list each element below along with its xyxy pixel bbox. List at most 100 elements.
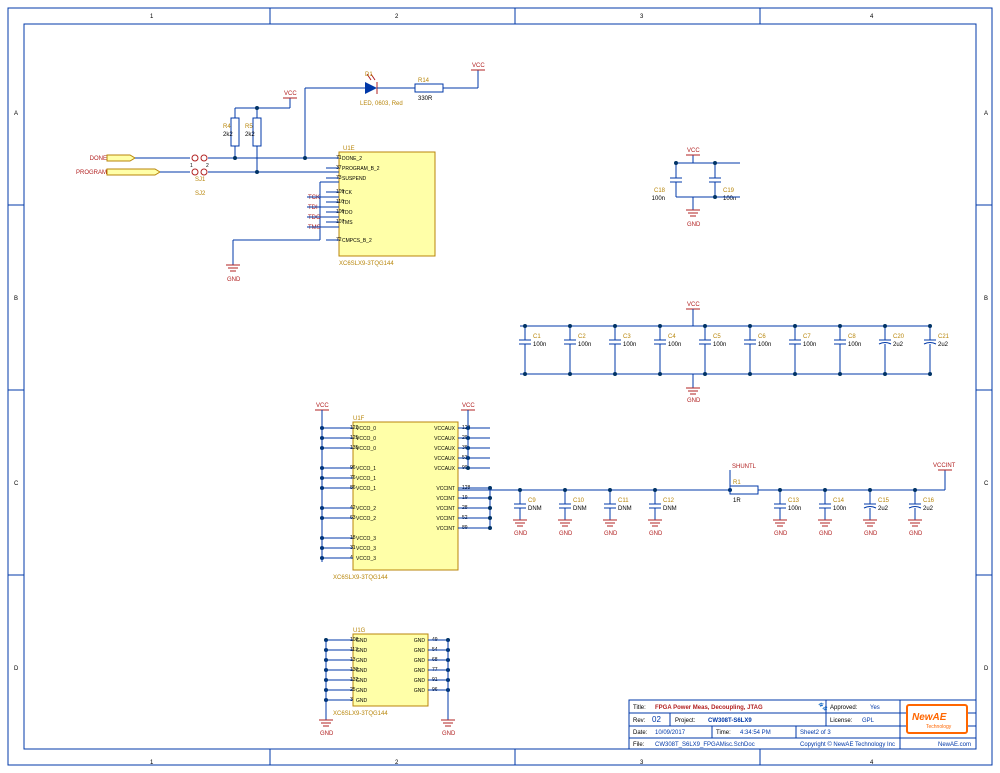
caps-vcc-row: VCC GND C1100nC2100nC3100nC4100nC5100nC6…	[519, 302, 950, 404]
svg-text:VCCO_1: VCCO_1	[356, 476, 376, 482]
svg-text:CMPCS_B_2: CMPCS_B_2	[342, 238, 372, 244]
r5: R5 2k2	[245, 118, 261, 174]
svg-text:VCCAUX: VCCAUX	[434, 426, 456, 432]
svg-text:C13: C13	[788, 498, 800, 504]
svg-text:C15: C15	[878, 498, 890, 504]
svg-text:100n: 100n	[803, 342, 816, 348]
svg-text:100n: 100n	[758, 342, 771, 348]
svg-text:2u2: 2u2	[938, 342, 949, 348]
u1g-block: U1G XC6SLX9-3TQG144 GND108GND49GND113GND…	[319, 628, 456, 737]
svg-text:VCCINT: VCCINT	[436, 516, 455, 522]
svg-text:File:: File:	[633, 742, 645, 748]
sj-jumpers: 12 SJ1 SJ2	[190, 155, 209, 197]
frame-inner	[24, 24, 976, 749]
svg-text:DNM: DNM	[528, 506, 542, 512]
svg-text:VCCINT: VCCINT	[436, 496, 455, 502]
svg-text:CW308T-S6LX9: CW308T-S6LX9	[708, 718, 752, 724]
svg-text:2u2: 2u2	[893, 342, 904, 348]
svg-text:Date:: Date:	[633, 730, 648, 736]
svg-text:NewAE: NewAE	[912, 712, 947, 723]
svg-text:C5: C5	[713, 334, 721, 340]
svg-text:100n: 100n	[788, 506, 801, 512]
svg-text:C: C	[984, 481, 989, 487]
svg-text:GND: GND	[356, 688, 368, 694]
svg-text:R4: R4	[223, 124, 231, 130]
caps-top-pair: VCC C18100n C19100n GND	[652, 148, 740, 228]
svg-text:CW308T_S6LX9_FPGAMisc.SchDoc: CW308T_S6LX9_FPGAMisc.SchDoc	[655, 742, 755, 748]
svg-text:VCCAUX: VCCAUX	[434, 436, 456, 442]
grid-col-labels: 1 2 3 4 1 2 3 4	[150, 8, 874, 766]
svg-text:GND: GND	[414, 638, 426, 644]
svg-text:1: 1	[190, 163, 193, 169]
vcc-led: VCC	[472, 63, 485, 69]
u1e-type: XC6SLX9-3TQG144	[339, 261, 394, 267]
svg-text:GND: GND	[687, 398, 701, 404]
svg-text:XC6SLX9-3TQG144: XC6SLX9-3TQG144	[333, 575, 388, 581]
net-tck: TCK	[308, 195, 320, 201]
svg-text:D: D	[14, 666, 19, 672]
svg-text:C7: C7	[803, 334, 811, 340]
svg-text:GND: GND	[774, 531, 788, 537]
svg-text:VCCO_0: VCCO_0	[356, 426, 376, 432]
svg-text:XC6SLX9-3TQG144: XC6SLX9-3TQG144	[333, 711, 388, 717]
net-program: PROGRAM	[76, 170, 107, 176]
u1e-ref: U1E	[343, 146, 355, 152]
svg-text:C21: C21	[938, 334, 950, 340]
svg-text:B: B	[984, 296, 988, 302]
svg-text:2u2: 2u2	[878, 506, 889, 512]
net-done: DONE	[90, 156, 107, 162]
svg-text:GND: GND	[356, 698, 368, 704]
svg-text:GPL: GPL	[862, 718, 875, 724]
svg-text:VCCO_0: VCCO_0	[356, 446, 376, 452]
svg-text:VCCO_3: VCCO_3	[356, 556, 376, 562]
svg-text:VCCO_2: VCCO_2	[356, 506, 376, 512]
svg-text:GND: GND	[414, 658, 426, 664]
net-vccint: VCCINT	[933, 463, 956, 469]
svg-text:GND: GND	[414, 668, 426, 674]
caps-int-right: GNDC13100nGNDC14100nGNDC152u2GNDC162u2	[773, 488, 935, 537]
svg-text:VCC: VCC	[687, 302, 700, 308]
svg-text:100n: 100n	[533, 342, 546, 348]
svg-text:C14: C14	[833, 498, 845, 504]
done-program-area: DONE PROGRAM 12 SJ1 SJ2 R4 2k2 R5 2k2 VC…	[76, 91, 339, 283]
svg-text:GND: GND	[559, 531, 573, 537]
svg-text:D: D	[984, 666, 989, 672]
svg-text:GND: GND	[819, 531, 833, 537]
svg-text:C19: C19	[723, 188, 735, 194]
svg-text:GND: GND	[442, 731, 456, 737]
svg-text:1R: 1R	[733, 498, 741, 504]
title-block: Title: FPGA Power Meas, Decoupling, JTAG…	[629, 700, 976, 749]
led-block: D1 LED, 0603, Red R14330R VCC	[303, 63, 485, 160]
svg-text:3: 3	[640, 14, 644, 20]
svg-text:LED, 0603, Red: LED, 0603, Red	[360, 101, 403, 107]
net-tms: TMS	[308, 225, 321, 231]
svg-text:2k2: 2k2	[223, 132, 233, 138]
caps-vcc-list: C1100nC2100nC3100nC4100nC5100nC6100nC710…	[519, 324, 950, 376]
grid-row-labels: A B C D A B C D	[8, 111, 992, 672]
svg-text:VCCO_1: VCCO_1	[356, 466, 376, 472]
led-icon	[365, 82, 377, 94]
svg-text:VCCINT: VCCINT	[436, 506, 455, 512]
svg-text:VCCO_2: VCCO_2	[356, 516, 376, 522]
svg-text:GND: GND	[604, 531, 618, 537]
svg-text:DNM: DNM	[618, 506, 632, 512]
svg-text:A: A	[984, 111, 988, 117]
r14-body	[415, 84, 443, 92]
svg-text:Yes: Yes	[870, 705, 880, 711]
svg-text:GND: GND	[909, 531, 923, 537]
caps-int-left: GNDC9DNMGNDC10DNMGNDC11DNMGNDC12DNM	[513, 488, 677, 537]
svg-text:SJ2: SJ2	[195, 191, 206, 197]
svg-text:VCCO_3: VCCO_3	[356, 536, 376, 542]
svg-text:C1: C1	[533, 334, 541, 340]
svg-text:Rev:: Rev:	[633, 718, 646, 724]
svg-text:4: 4	[870, 14, 874, 20]
svg-text:C12: C12	[663, 498, 675, 504]
svg-text:C18: C18	[654, 188, 666, 194]
svg-text:GND: GND	[687, 222, 701, 228]
svg-text:GND: GND	[649, 531, 663, 537]
svg-text:C3: C3	[623, 334, 631, 340]
svg-text:DNM: DNM	[663, 506, 677, 512]
svg-text:Sheet2 of 3: Sheet2 of 3	[800, 730, 831, 736]
net-shuntl: SHUNTL	[732, 464, 757, 470]
schematic-canvas: 1 2 3 4 1 2 3 4 A B C D A B C D U1E XC6S…	[0, 0, 1000, 773]
